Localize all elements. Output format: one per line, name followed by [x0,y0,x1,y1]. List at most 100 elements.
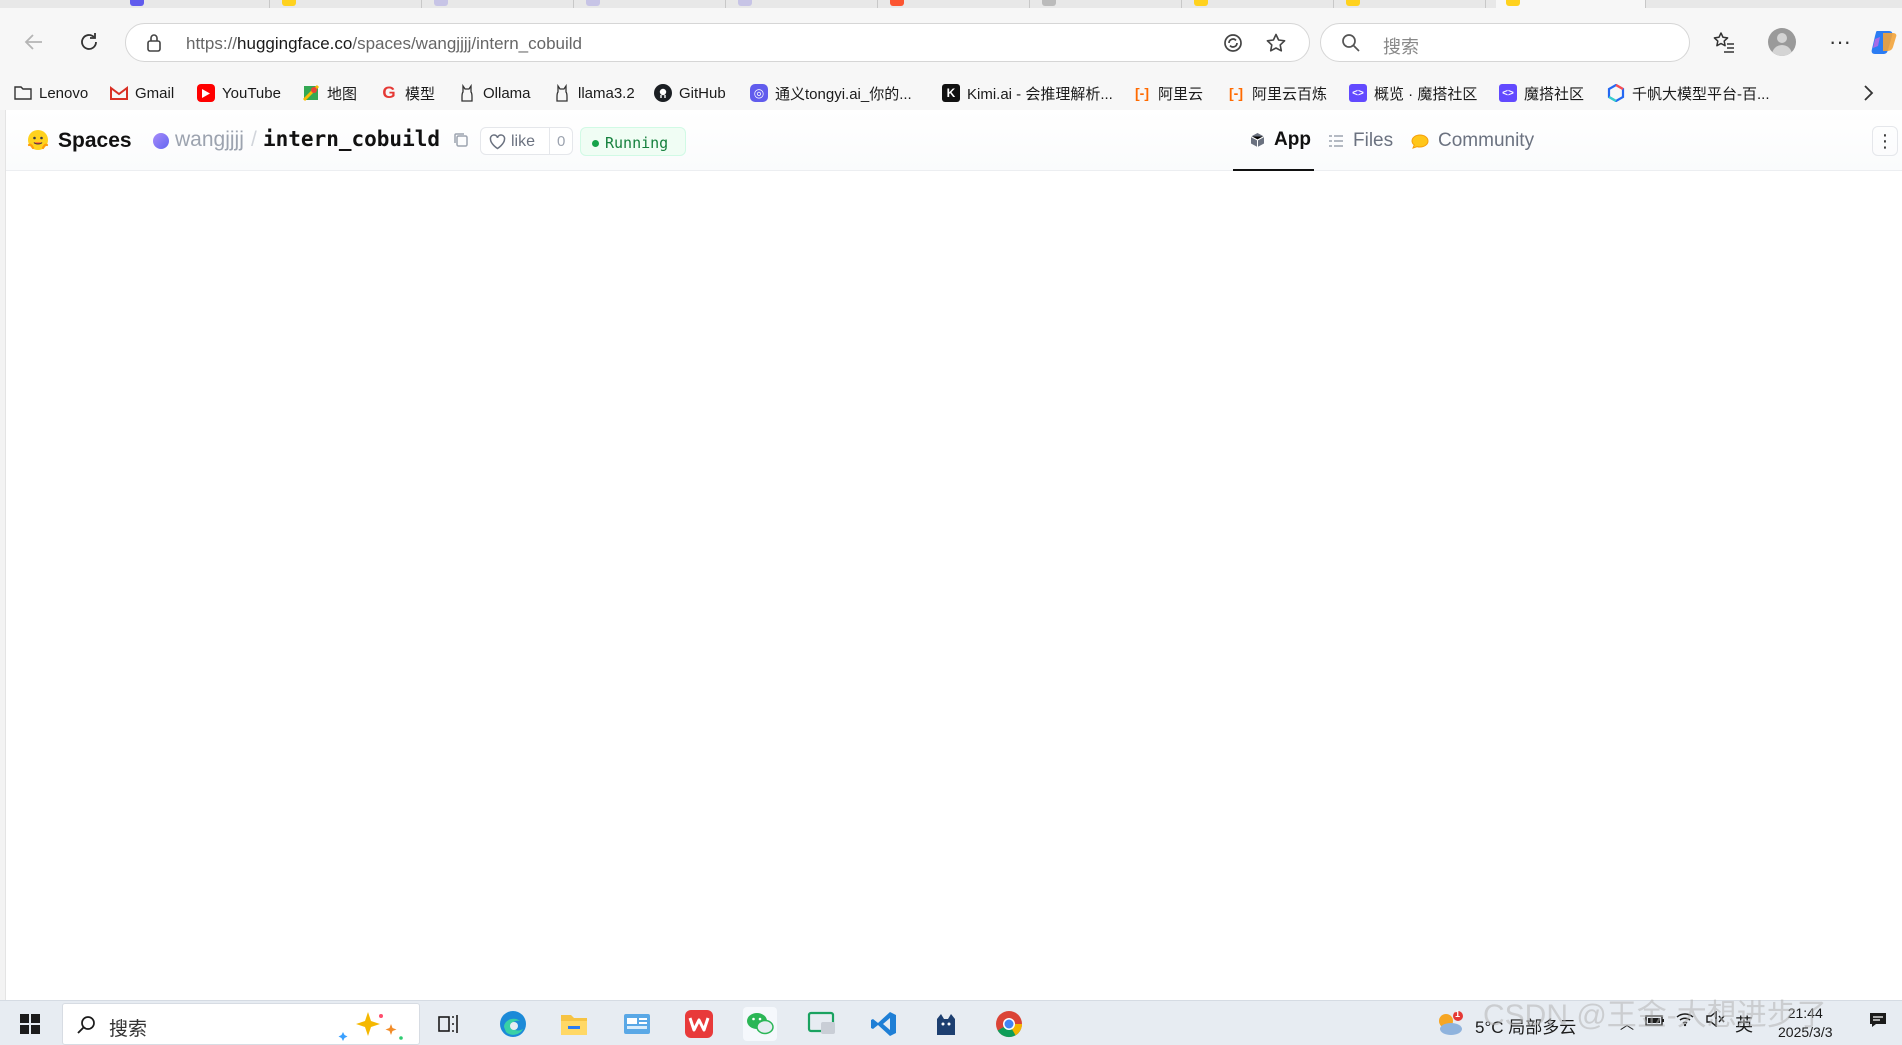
tab-label: App [1274,128,1311,150]
bookmark-item[interactable]: Gmail [110,81,174,105]
browser-tab[interactable]: ✕ [424,0,574,8]
bookmark-item[interactable]: Lenovo [14,81,88,105]
close-tab-icon[interactable]: ✕ [1465,0,1475,2]
bookmark-item[interactable]: 千帆大模型平台-百... [1607,81,1770,105]
more-menu-button[interactable]: ··· [1822,24,1858,60]
control-panel-icon [624,1014,650,1034]
screen-tool-button[interactable] [805,1007,839,1041]
tab-favicon [890,0,904,6]
bookmark-item[interactable]: G 模型 [380,81,435,105]
tab-label: Files [1353,129,1394,151]
bookmarks-overflow-button[interactable] [1862,81,1874,105]
browser-tab[interactable]: ✕ [1336,0,1486,8]
start-button[interactable] [13,1007,47,1041]
browser-tab[interactable]: ✕ [1032,0,1182,8]
bookmark-label: 模型 [405,85,436,103]
chrome-button[interactable] [992,1007,1026,1041]
wechat-button[interactable] [743,1007,777,1041]
taskbar-search[interactable]: 搜索 [62,1003,420,1045]
profile-avatar[interactable] [1768,28,1796,56]
edge-taskbar-button[interactable] [496,1007,530,1041]
browser-tab[interactable]: ✕ [272,0,422,8]
wps-button[interactable] [682,1007,716,1041]
back-button[interactable] [16,24,52,60]
copilot-button[interactable] [1866,24,1902,60]
file-explorer-button[interactable] [557,1007,591,1041]
status-text: Running [605,134,669,152]
bookmark-item[interactable]: 地图 [302,81,357,105]
bookmark-label: Gmail [135,84,175,102]
browser-toolbar: https://huggingface.co/spaces/wangjjjj/i… [0,8,1902,76]
tab-favicon [1194,0,1208,6]
hugging-face-logo-icon[interactable] [26,128,50,152]
browser-tab[interactable]: ✕ [120,0,270,8]
control-panel-button[interactable] [620,1007,654,1041]
weather-widget[interactable]: 1 [1433,1007,1467,1041]
bookmark-item[interactable]: YouTube [197,81,281,105]
bookmark-item[interactable]: <> 概览 · 魔搭社区 [1349,81,1477,105]
like-count[interactable]: 0 [557,133,565,150]
tongyi-icon: ◎ [750,84,768,102]
close-tab-icon[interactable]: ✕ [1625,0,1635,2]
task-view-icon [438,1015,458,1033]
bookmark-item[interactable]: llama3.2 [553,81,635,105]
bookmark-item[interactable]: <> 魔搭社区 [1499,81,1584,105]
like-button[interactable]: like 0 [480,127,573,155]
bookmarks-bar: Lenovo Gmail YouTube 地图 G 模型 Ollama llam… [0,76,1902,110]
vscode-button[interactable] [867,1007,901,1041]
close-tab-icon[interactable]: ✕ [1313,0,1323,2]
close-tab-icon[interactable]: ✕ [249,0,259,2]
close-tab-icon[interactable]: ✕ [1009,0,1019,2]
lock-icon[interactable] [146,33,162,58]
close-tab-icon[interactable]: ✕ [553,0,563,2]
youtube-icon [197,84,215,102]
owner-link[interactable]: wangjjjj [175,128,244,152]
close-tab-icon[interactable]: ✕ [857,0,867,2]
translate-icon[interactable] [1221,31,1245,55]
refresh-button[interactable] [71,24,107,60]
close-tab-icon[interactable]: ✕ [705,0,715,2]
browser-tab[interactable]: ✕ [576,0,726,8]
tab-community[interactable]: Community [1411,110,1534,171]
spaces-link[interactable]: Spaces [58,129,132,153]
copy-icon[interactable] [452,131,470,149]
address-bar[interactable]: https://huggingface.co/spaces/wangjjjj/i… [125,23,1310,62]
kimi-icon: K [942,84,960,102]
tab-files[interactable]: Files [1328,110,1393,171]
g-icon: G [382,83,396,102]
app-cat-button[interactable] [929,1007,963,1041]
tab-strip: ✕ ✕ ✕ ✕ ✕ ✕ ✕ ✕ ✕ ✕ [0,0,1902,8]
bookmark-label: Lenovo [39,84,89,102]
browser-tab[interactable]: ✕ [728,0,878,8]
bookmark-item[interactable]: [-] 阿里云 [1133,81,1203,105]
screen-icon [807,1011,835,1034]
favorite-star-icon[interactable] [1264,31,1288,55]
url-text[interactable]: https://huggingface.co/spaces/wangjjjj/i… [186,34,582,54]
browser-search-box[interactable]: 搜索 [1320,23,1690,62]
tab-app[interactable]: App [1233,110,1314,171]
browser-tab-active[interactable]: ✕ [1496,0,1646,8]
tab-favicon [282,0,296,6]
favorites-button[interactable] [1706,24,1742,60]
browser-tab[interactable]: ✕ [1184,0,1334,8]
bookmark-item[interactable]: GitHub [654,81,726,105]
notification-center-icon[interactable] [1868,1011,1888,1034]
bookmark-label: 阿里云百炼 [1252,85,1328,103]
bookmark-item[interactable]: ◎ 通义tongyi.ai_你的... [750,81,912,105]
back-arrow-icon [24,34,42,50]
bookmark-item[interactable]: [-] 阿里云百炼 [1227,81,1327,105]
close-tab-icon[interactable]: ✕ [401,0,411,2]
browser-tab[interactable]: ✕ [880,0,1030,8]
app-iframe-area[interactable] [6,172,1902,1000]
bookmark-label: 概览 · 魔搭社区 [1374,85,1478,103]
bookmark-item[interactable]: K Kimi.ai - 会推理解析... [942,81,1113,105]
space-name[interactable]: intern_cobuild [263,127,440,151]
status-badge[interactable]: Running [580,127,686,156]
weather-cloud-icon [1439,1011,1463,1035]
close-tab-icon[interactable]: ✕ [1161,0,1171,2]
more-options-button[interactable]: ⋮ [1872,126,1898,156]
bookmark-item[interactable]: Ollama [458,81,531,105]
task-view-button[interactable] [432,1007,466,1041]
url-path: /spaces/wangjjjj/intern_cobuild [352,34,582,53]
bookmark-label: 魔搭社区 [1524,85,1585,103]
